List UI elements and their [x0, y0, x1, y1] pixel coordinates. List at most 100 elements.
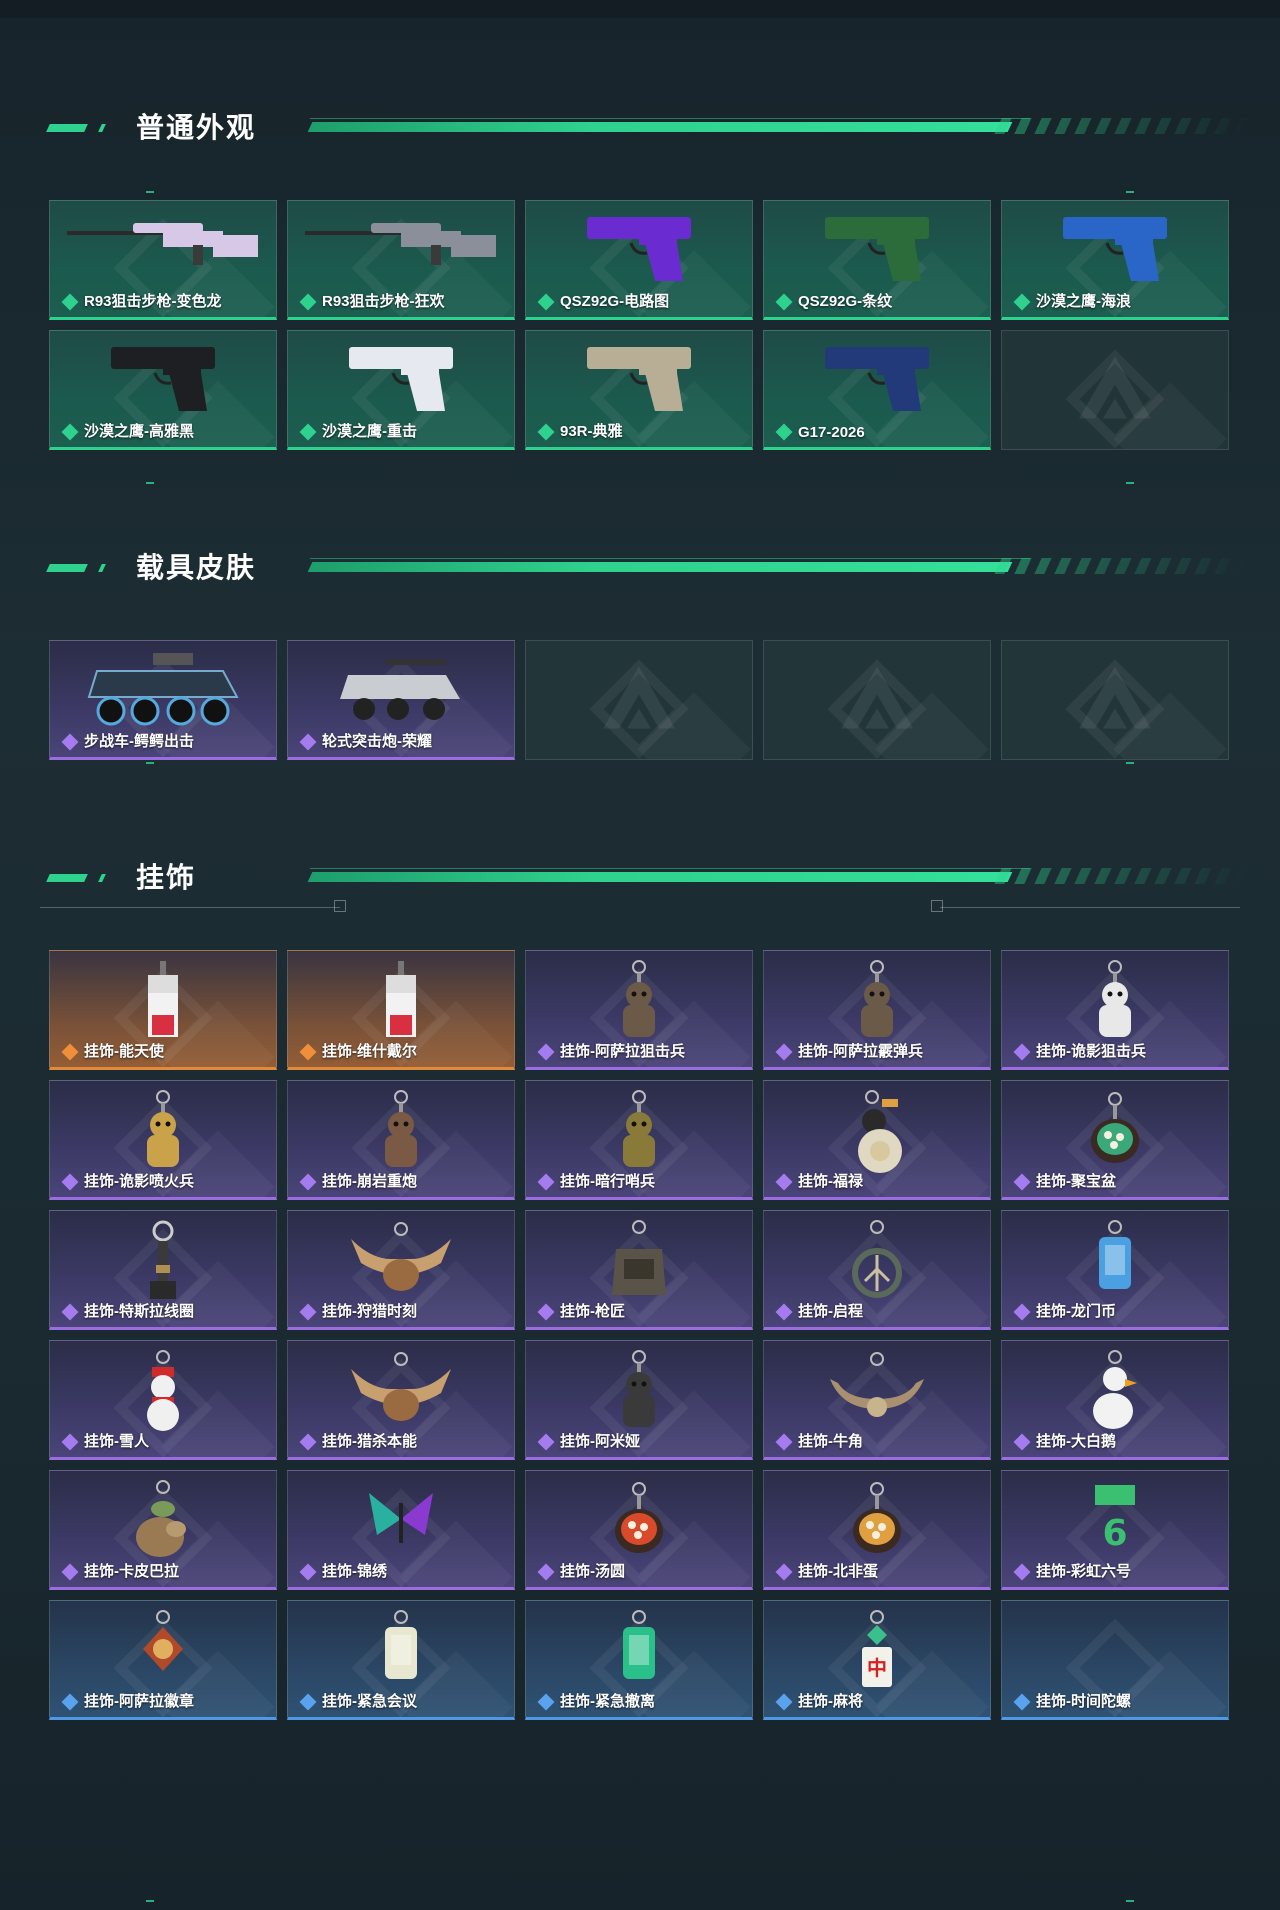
header-accent-bar [98, 874, 106, 882]
item-label: 挂饰-阿萨拉霰弹兵 [798, 1043, 923, 1060]
rarity-diamond-icon [299, 1173, 317, 1191]
item-card[interactable]: 挂饰-枪匠 [525, 1210, 753, 1330]
item-label: 挂饰-汤圆 [560, 1563, 625, 1580]
item-card[interactable]: 挂饰-牛角 [763, 1340, 991, 1460]
empty-slot [1001, 640, 1229, 760]
item-label: 挂饰-聚宝盆 [1036, 1173, 1116, 1190]
item-card[interactable]: 挂饰-大白鹅 [1001, 1340, 1229, 1460]
item-card[interactable]: 挂饰-汤圆 [525, 1470, 753, 1590]
item-card[interactable]: 步战车-鳄鳄出击 [49, 640, 277, 760]
item-label: 挂饰-启程 [798, 1303, 863, 1320]
item-label: 挂饰-雪人 [84, 1433, 149, 1450]
item-grid: R93狙击步枪-变色龙 R93狙击步枪-狂欢 QSZ92G-电路图 QSZ92G-条纹… [49, 200, 1231, 450]
item-card[interactable]: 挂饰-卡皮巴拉 [49, 1470, 277, 1590]
header-accent-bar [46, 564, 88, 572]
rarity-diamond-icon [61, 1433, 79, 1451]
item-card[interactable]: 中挂饰-麻将 [763, 1600, 991, 1720]
item-card[interactable]: QSZ92G-电路图 [525, 200, 753, 320]
header-thin-line [310, 118, 1030, 119]
item-card[interactable]: 6 挂饰-彩虹六号 [1001, 1470, 1229, 1590]
item-card[interactable]: 挂饰-紧急会议 [287, 1600, 515, 1720]
rarity-diamond-icon [299, 1433, 317, 1451]
item-grid: 挂饰-能天使 挂饰-维什戴尔 挂饰-阿萨拉狙击兵 挂饰-阿萨拉霰弹兵 挂饰-诡影狙击兵挂… [49, 950, 1231, 1720]
item-label: 挂饰-北非蛋 [798, 1563, 878, 1580]
top-band [0, 0, 1280, 18]
rarity-diamond-icon [299, 1043, 317, 1061]
header-checker [994, 118, 1252, 134]
item-card[interactable]: 挂饰-龙门币 [1001, 1210, 1229, 1330]
item-card[interactable]: 沙漠之鹰-海浪 [1001, 200, 1229, 320]
rarity-diamond-icon [775, 1173, 793, 1191]
item-card[interactable]: 挂饰-崩岩重炮 [287, 1080, 515, 1200]
item-card[interactable]: 轮式突击炮-荣耀 [287, 640, 515, 760]
pistol-icon [1055, 209, 1175, 290]
item-label: 挂饰-紧急撤离 [560, 1693, 655, 1710]
corner-tick [1126, 762, 1134, 764]
item-card[interactable]: 挂饰-雪人 [49, 1340, 277, 1460]
empty-slot [763, 640, 991, 760]
item-card[interactable]: R93狙击步枪-狂欢 [287, 200, 515, 320]
item-card[interactable]: 挂饰-阿萨拉狙击兵 [525, 950, 753, 1070]
corner-tick [146, 191, 154, 193]
item-card[interactable]: 挂饰-阿萨拉徽章 [49, 1600, 277, 1720]
rarity-diamond-icon [299, 733, 317, 751]
item-card[interactable]: 挂饰-福禄 [763, 1080, 991, 1200]
item-card[interactable]: R93狙击步枪-变色龙 [49, 200, 277, 320]
corner-tick [1126, 191, 1134, 193]
empty-slot [525, 640, 753, 760]
item-card[interactable]: 沙漠之鹰-重击 [287, 330, 515, 450]
item-card[interactable]: 挂饰-特斯拉线圈 [49, 1210, 277, 1330]
item-label: 轮式突击炮-荣耀 [322, 733, 432, 750]
section-title: 挂饰 [136, 862, 197, 893]
item-card[interactable]: 挂饰-狩猎时刻 [287, 1210, 515, 1330]
header-checker [994, 558, 1252, 574]
item-label: 挂饰-崩岩重炮 [322, 1173, 417, 1190]
item-card[interactable]: G17-2026 [763, 330, 991, 450]
item-label: 沙漠之鹰-海浪 [1036, 293, 1131, 310]
pistol-icon [579, 339, 699, 420]
item-card[interactable]: 挂饰-暗行哨兵 [525, 1080, 753, 1200]
rarity-diamond-icon [299, 293, 317, 311]
item-card[interactable]: 挂饰-诡影喷火兵 [49, 1080, 277, 1200]
charm-antler-icon [341, 1349, 461, 1434]
header-accent-bar [98, 564, 106, 572]
header-accent-bar [46, 874, 88, 882]
rarity-diamond-icon [1013, 1043, 1031, 1061]
rarity-diamond-icon [775, 1693, 793, 1711]
item-card[interactable]: 挂饰-阿萨拉霰弹兵 [763, 950, 991, 1070]
item-card[interactable]: 挂饰-聚宝盆 [1001, 1080, 1229, 1200]
item-card[interactable]: 挂饰-诡影狙击兵 [1001, 950, 1229, 1070]
item-card[interactable]: 挂饰-启程 [763, 1210, 991, 1330]
pistol-icon [817, 339, 937, 420]
item-card[interactable]: QSZ92G-条纹 [763, 200, 991, 320]
item-label: 沙漠之鹰-高雅黑 [84, 423, 194, 440]
item-label: QSZ92G-条纹 [798, 293, 893, 310]
item-card[interactable]: 93R-典雅 [525, 330, 753, 450]
item-card[interactable]: 挂饰-时间陀螺 [1001, 1600, 1229, 1720]
section-title: 载具皮肤 [136, 552, 257, 583]
placeholder-logo-icon [599, 663, 679, 738]
item-card[interactable]: 挂饰-锦绣 [287, 1470, 515, 1590]
decor-square [334, 900, 346, 912]
item-card[interactable]: 挂饰-北非蛋 [763, 1470, 991, 1590]
corner-tick [1126, 482, 1134, 484]
rarity-diamond-icon [537, 423, 555, 441]
item-label: 沙漠之鹰-重击 [322, 423, 417, 440]
rarity-diamond-icon [775, 423, 793, 441]
item-card[interactable]: 沙漠之鹰-高雅黑 [49, 330, 277, 450]
item-card[interactable]: 挂饰-能天使 [49, 950, 277, 1070]
item-card[interactable]: 挂饰-阿米娅 [525, 1340, 753, 1460]
item-label: 步战车-鳄鳄出击 [84, 733, 194, 750]
item-label: 挂饰-猎杀本能 [322, 1433, 417, 1450]
item-card[interactable]: 挂饰-紧急撤离 [525, 1600, 753, 1720]
item-card[interactable]: 挂饰-猎杀本能 [287, 1340, 515, 1460]
item-card[interactable]: 挂饰-维什戴尔 [287, 950, 515, 1070]
item-label: G17-2026 [798, 424, 865, 441]
corner-tick [1126, 1900, 1134, 1902]
svg-text:6: 6 [1102, 1513, 1127, 1554]
rarity-diamond-icon [537, 293, 555, 311]
rarity-diamond-icon [1013, 1693, 1031, 1711]
item-label: R93狙击步枪-变色龙 [84, 293, 222, 310]
corner-tick [146, 482, 154, 484]
rarity-diamond-icon [61, 293, 79, 311]
